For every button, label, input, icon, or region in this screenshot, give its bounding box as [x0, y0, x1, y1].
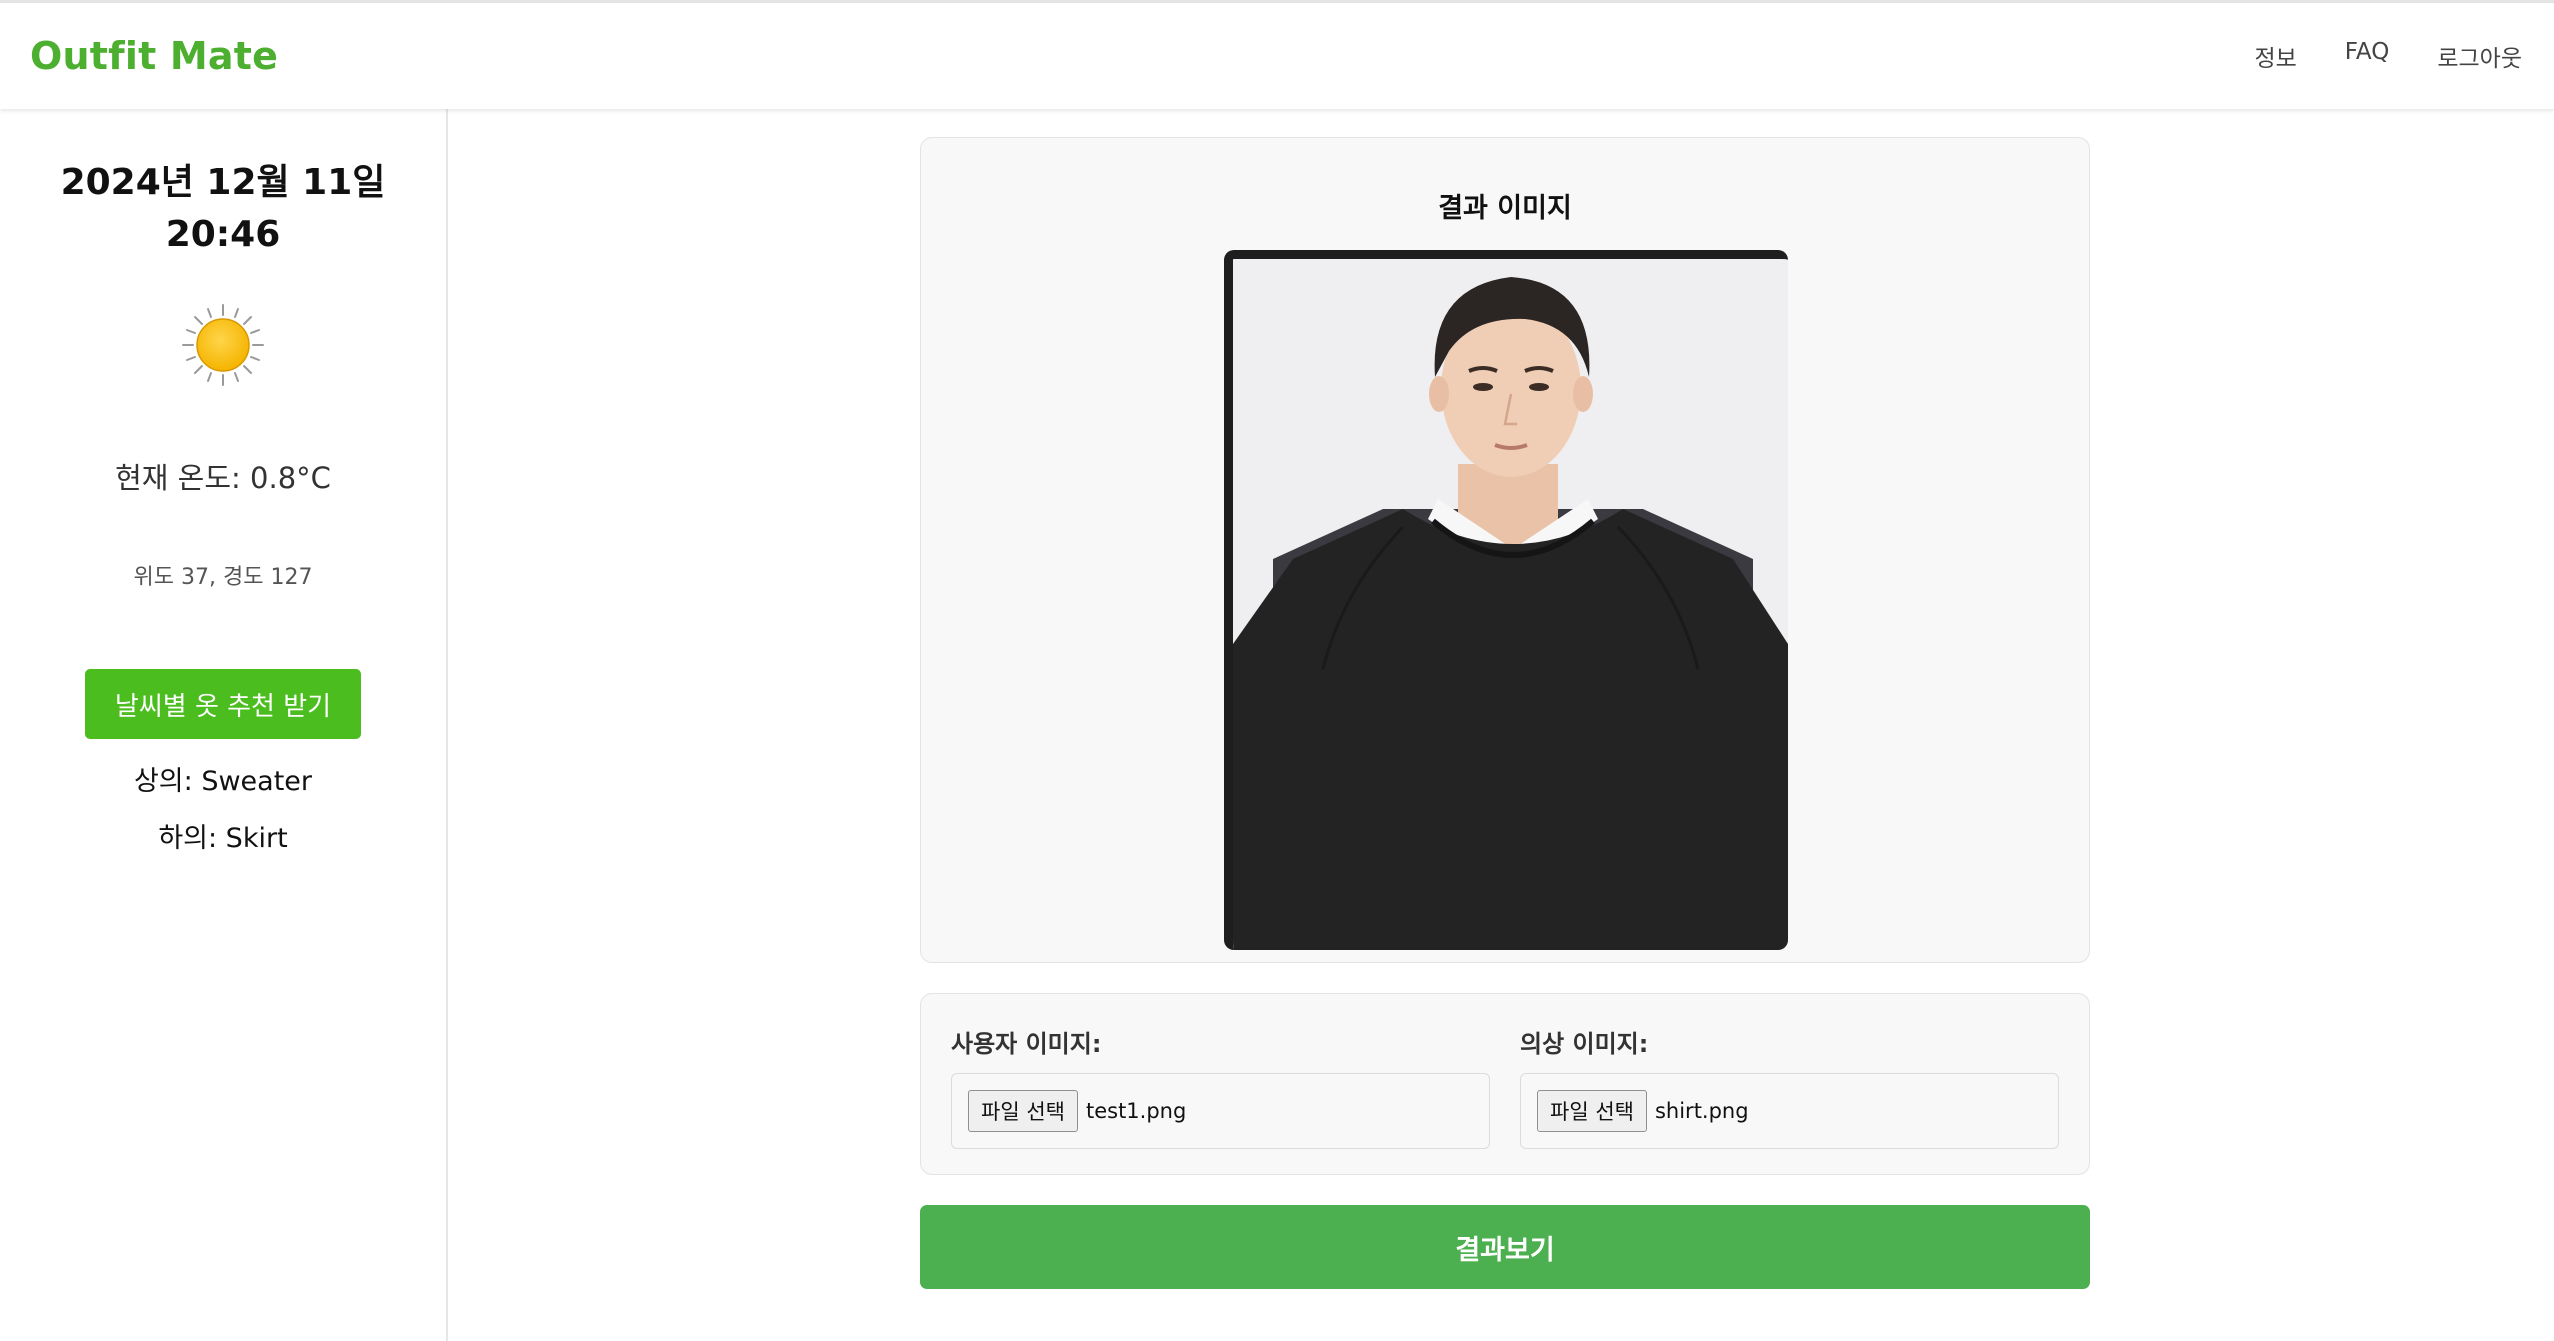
result-card: 결과 이미지 — [920, 137, 2090, 963]
location-coordinates: 위도 37, 경도 127 — [133, 565, 313, 590]
nav-links: 정보 FAQ 로그아웃 — [2254, 39, 2522, 73]
current-temperature: 현재 온도: 0.8°C — [115, 461, 331, 495]
clothing-file-choose-button[interactable]: 파일 선택 — [1537, 1090, 1647, 1132]
result-image — [1224, 250, 1788, 950]
user-image-label: 사용자 이미지: — [951, 1030, 1102, 1058]
nav-link-info[interactable]: 정보 — [2254, 39, 2296, 73]
clothing-image-label: 의상 이미지: — [1520, 1030, 1649, 1058]
upload-card: 사용자 이미지: 파일 선택 test1.png 의상 이미지: 파일 선택 s… — [920, 993, 2090, 1175]
bottom-recommendation: 하의: Skirt — [158, 823, 288, 854]
clothing-file-name: shirt.png — [1654, 1099, 1749, 1123]
current-datetime: 2024년 12월 11일 20:46 — [61, 157, 386, 261]
current-date: 2024년 12월 11일 — [60, 162, 386, 203]
clothing-image-group: 의상 이미지: 파일 선택 shirt.png — [1520, 1024, 2059, 1149]
clothing-image-input[interactable]: 파일 선택 shirt.png — [1520, 1073, 2059, 1149]
current-time: 20:46 — [165, 214, 281, 255]
navbar: Outfit Mate 정보 FAQ 로그아웃 — [0, 3, 2554, 109]
user-image-input[interactable]: 파일 선택 test1.png — [951, 1073, 1490, 1149]
person-photo — [1233, 259, 1788, 950]
sun-icon — [182, 304, 264, 386]
user-image-group: 사용자 이미지: 파일 선택 test1.png — [951, 1024, 1490, 1149]
show-result-button[interactable]: 결과보기 — [920, 1205, 2090, 1289]
top-recommendation: 상의: Sweater — [133, 766, 313, 797]
result-title: 결과 이미지 — [1438, 193, 1572, 224]
brand-logo[interactable]: Outfit Mate — [30, 34, 278, 78]
user-file-name: test1.png — [1085, 1099, 1187, 1123]
user-file-choose-button[interactable]: 파일 선택 — [968, 1090, 1078, 1132]
nav-link-logout[interactable]: 로그아웃 — [2437, 39, 2522, 73]
weather-sidebar: 2024년 12월 11일 20:46 현재 온도: 0.8°C 위도 37, … — [0, 109, 448, 1341]
nav-link-faq[interactable]: FAQ — [2345, 39, 2390, 73]
weather-recommend-button[interactable]: 날씨별 옷 추천 받기 — [85, 669, 361, 739]
